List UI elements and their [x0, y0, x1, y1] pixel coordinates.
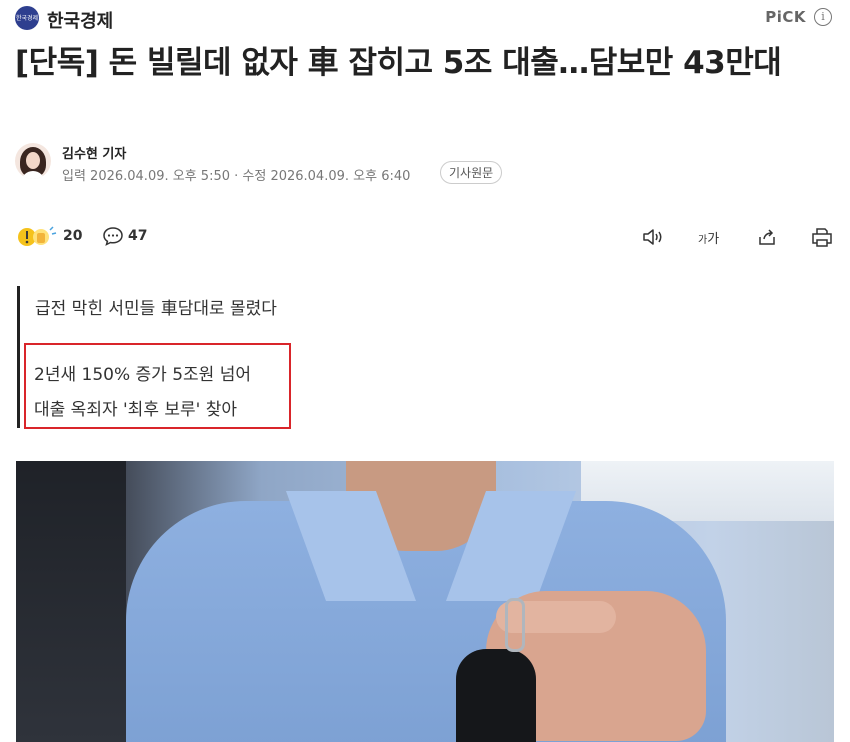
share-icon[interactable] [756, 225, 780, 249]
byline: 김수현 기자 입력 2026.04.09. 오후 5:50 · 수정 2026.… [15, 143, 615, 184]
top-bar: 한국경제 한국경제 PiCK i [15, 4, 832, 32]
article-headline: [단독] 돈 빌릴데 없자 車 잡히고 5조 대출…담보만 43만대 [15, 45, 782, 81]
press-name[interactable]: 한국경제 [47, 7, 113, 33]
print-icon[interactable] [810, 225, 834, 249]
summary-line: 2년새 150% 증가 5조원 넘어 [34, 365, 251, 385]
reaction-icon[interactable] [15, 224, 59, 250]
font-size-button[interactable]: 가가 [698, 228, 722, 252]
font-size-small-label: 가 [698, 235, 708, 246]
summary-line: 급전 막힌 서민들 車담대로 몰렸다 [35, 299, 277, 319]
press-logo[interactable]: 한국경제 [15, 6, 39, 30]
reporter-name[interactable]: 김수현 기자 [62, 143, 126, 162]
summary-bar [17, 286, 20, 428]
comment-icon[interactable] [102, 226, 124, 246]
article-action-bar: 20 47 가가 [15, 224, 835, 252]
reporter-avatar[interactable] [15, 143, 51, 179]
summary-line: 대출 옥죄자 '최후 보루' 찾아 [34, 400, 238, 420]
speaker-icon[interactable] [641, 225, 665, 249]
reaction-count: 20 [63, 228, 83, 244]
article-photo[interactable] [16, 461, 834, 742]
font-size-label: 가 [707, 232, 720, 247]
article-dates: 입력 2026.04.09. 오후 5:50 · 수정 2026.04.09. … [62, 169, 411, 184]
car-key-icon [456, 649, 536, 742]
pick-badge: PiCK [765, 8, 806, 26]
comment-count: 47 [128, 228, 148, 244]
original-article-button[interactable]: 기사원문 [440, 161, 503, 184]
info-icon[interactable]: i [814, 8, 832, 26]
